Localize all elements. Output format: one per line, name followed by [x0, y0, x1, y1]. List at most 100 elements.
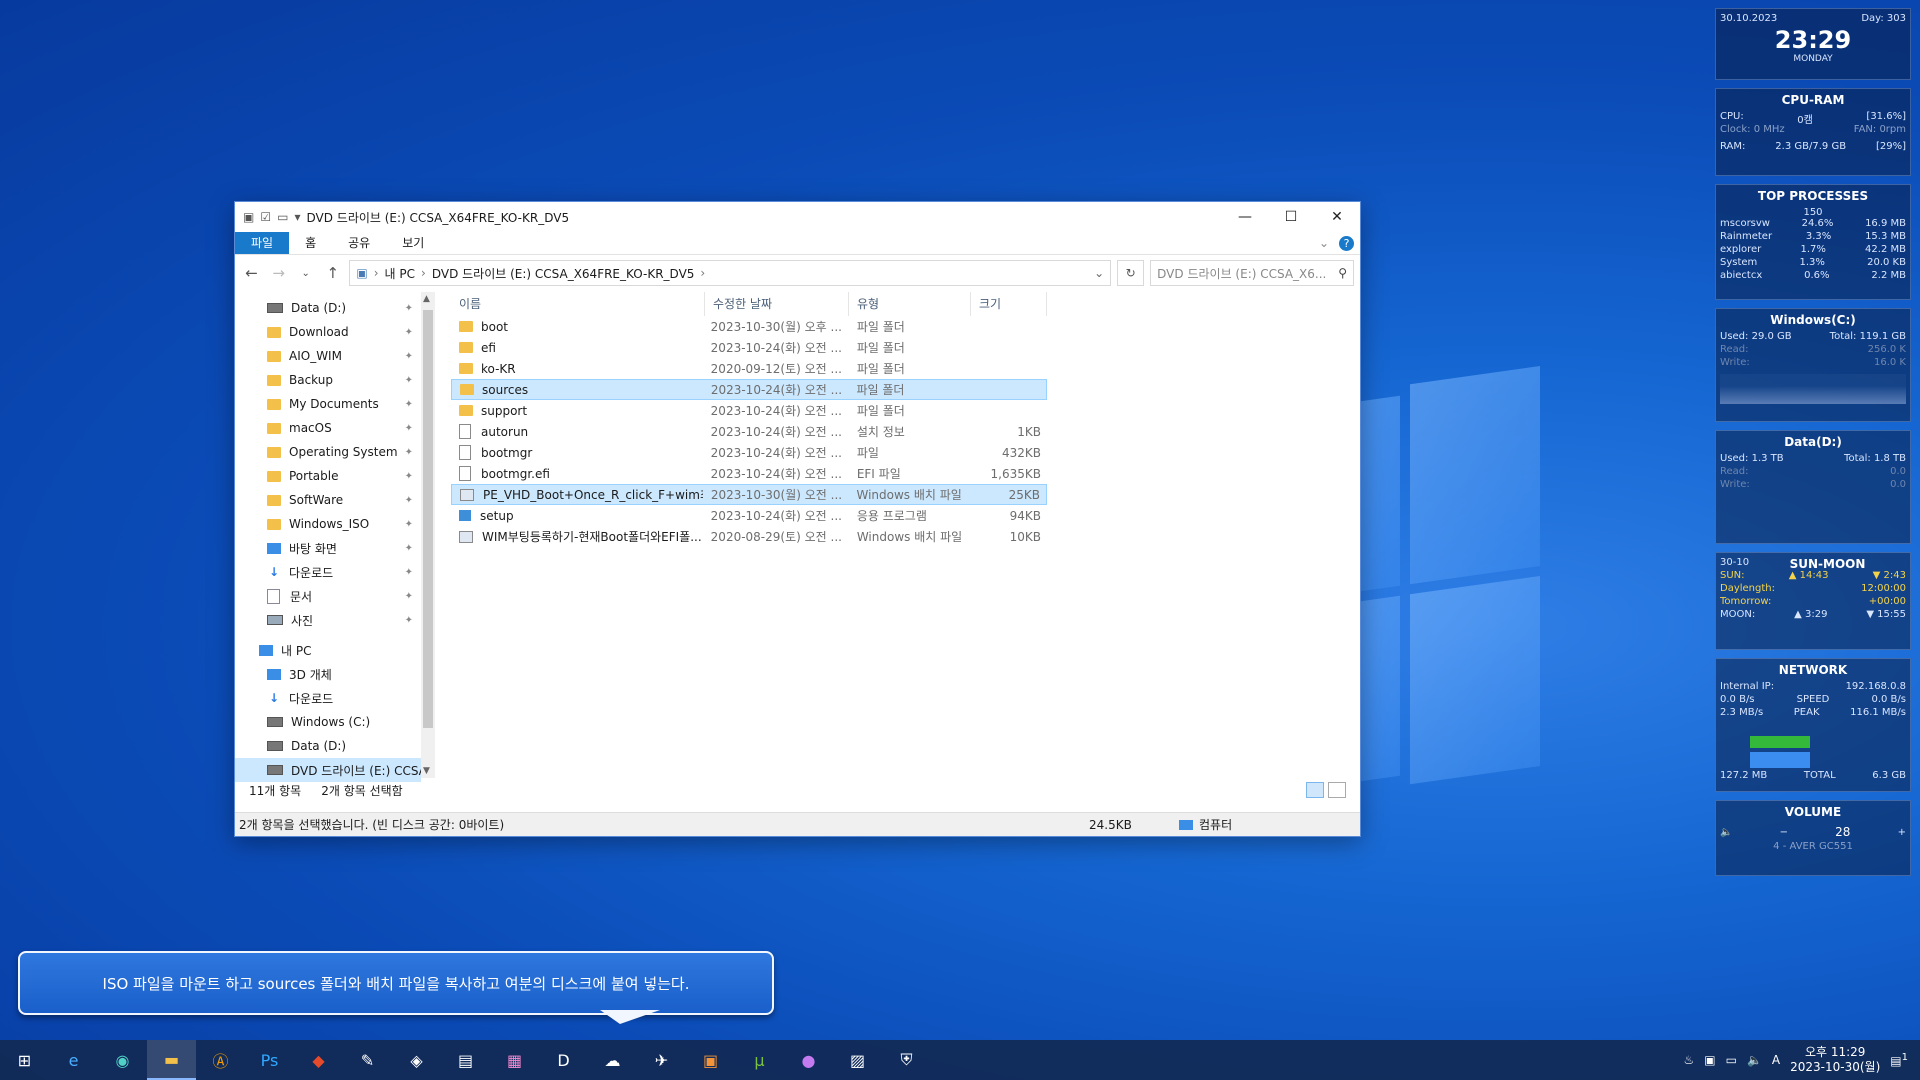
quick-access-item[interactable]: SoftWare ✦ — [235, 488, 421, 512]
details-view-icon[interactable] — [1306, 782, 1324, 798]
app-icon[interactable]: ● — [784, 1040, 833, 1080]
address-bar[interactable]: ▣ › 내 PC › DVD 드라이브 (E:) CCSA_X64FRE_KO-… — [349, 260, 1112, 286]
quick-access-item[interactable]: 바탕 화면 ✦ — [235, 536, 421, 560]
app-icon[interactable]: ▨ — [833, 1040, 882, 1080]
quick-access-item[interactable]: Download ✦ — [235, 320, 421, 344]
nav-pc-item[interactable]: 3D 개체 — [235, 662, 421, 686]
app-icon[interactable]: ✈ — [637, 1040, 686, 1080]
navigation-scrollbar[interactable]: ▲ ▼ — [421, 292, 435, 778]
file-row[interactable]: boot 2023-10-30(월) 오후 ... 파일 폴더 — [451, 316, 1047, 337]
file-name: PE_VHD_Boot+Once_R_click_F+wim최적... — [483, 488, 703, 502]
quick-access-label: Backup — [289, 373, 333, 387]
nav-this-pc[interactable]: 내 PC — [235, 638, 421, 662]
quick-access-item[interactable]: Data (D:) ✦ — [235, 296, 421, 320]
file-row[interactable]: ko-KR 2020-09-12(토) 오전 ... 파일 폴더 — [451, 358, 1047, 379]
scroll-down-icon[interactable]: ▼ — [423, 766, 430, 776]
scroll-up-icon[interactable]: ▲ — [423, 294, 430, 304]
recent-locations-icon[interactable]: ⌄ — [295, 268, 316, 279]
nav-pc-item[interactable]: ↓ 다운로드 — [235, 686, 421, 710]
avast-icon[interactable]: Ⓐ — [196, 1040, 245, 1080]
file-row[interactable]: efi 2023-10-24(화) 오전 ... 파일 폴더 — [451, 337, 1047, 358]
maximize-button[interactable]: ☐ — [1268, 202, 1314, 232]
file-row[interactable]: setup 2023-10-24(화) 오전 ... 응용 프로그램 94KB — [451, 505, 1047, 526]
volume-icon[interactable]: 🔈 — [1747, 1053, 1762, 1067]
quick-access-item[interactable]: ↓ 다운로드 ✦ — [235, 560, 421, 584]
new-folder-icon[interactable]: ▭ — [277, 210, 288, 224]
status-bar: 2개 항목을 선택했습니다. (빈 디스크 공간: 0바이트) 24.5KB 컴… — [235, 812, 1360, 836]
app-icon[interactable]: ▦ — [490, 1040, 539, 1080]
network-icon[interactable]: ▭ — [1726, 1053, 1737, 1067]
start-button[interactable]: ⊞ — [0, 1040, 49, 1080]
breadcrumb-dvd-drive[interactable]: DVD 드라이브 (E:) CCSA_X64FRE_KO-KR_DV5 — [432, 265, 695, 282]
quick-access-item[interactable]: Backup ✦ — [235, 368, 421, 392]
file-row[interactable]: sources 2023-10-24(화) 오전 ... 파일 폴더 — [451, 379, 1047, 400]
scrollbar-thumb[interactable] — [423, 310, 433, 728]
taskbar-clock[interactable]: 오후 11:29 2023-10-30(월) — [1790, 1045, 1880, 1075]
file-explorer-icon[interactable]: ▬ — [147, 1040, 196, 1080]
utorrent-icon[interactable]: µ — [735, 1040, 784, 1080]
help-icon[interactable]: ? — [1339, 235, 1354, 251]
app-icon[interactable]: ◈ — [392, 1040, 441, 1080]
tab-share[interactable]: 공유 — [332, 232, 386, 254]
expand-ribbon-icon[interactable]: ⌄ — [1319, 236, 1329, 250]
quick-access-item[interactable]: 사진 ✦ — [235, 608, 421, 632]
forward-button[interactable]: → — [268, 264, 289, 282]
quick-access-item[interactable]: Operating System ✦ — [235, 440, 421, 464]
app-icon[interactable]: ▤ — [441, 1040, 490, 1080]
quick-access-item[interactable]: macOS ✦ — [235, 416, 421, 440]
column-type[interactable]: 유형 — [849, 292, 971, 316]
folder-icon — [267, 518, 281, 530]
tray-app-icon[interactable]: ▣ — [1704, 1053, 1715, 1067]
breadcrumb-this-pc[interactable]: 내 PC — [385, 265, 415, 282]
app-icon[interactable]: ☁ — [588, 1040, 637, 1080]
file-row[interactable]: autorun 2023-10-24(화) 오전 ... 설치 정보 1KB — [451, 421, 1047, 442]
tray-flame-icon[interactable]: ♨ — [1684, 1053, 1695, 1067]
app-icon[interactable]: ▣ — [686, 1040, 735, 1080]
large-icons-view-icon[interactable] — [1328, 782, 1346, 798]
volume-down-button[interactable]: − — [1780, 827, 1788, 838]
speaker-icon[interactable]: 🔈 — [1720, 827, 1732, 838]
column-name[interactable]: 이름 — [451, 292, 705, 316]
file-row[interactable]: PE_VHD_Boot+Once_R_click_F+wim최적... 2023-… — [451, 484, 1047, 505]
app-icon[interactable]: ✎ — [343, 1040, 392, 1080]
tab-file[interactable]: 파일 — [235, 232, 290, 254]
photoshop-icon[interactable]: Ps — [245, 1040, 294, 1080]
close-button[interactable]: ✕ — [1314, 202, 1360, 232]
nav-pc-item[interactable]: Windows (C:) — [235, 710, 421, 734]
file-modified: 2023-10-24(화) 오전 ... — [710, 509, 842, 523]
quick-access-item[interactable]: My Documents ✦ — [235, 392, 421, 416]
properties-icon[interactable]: ☑ — [260, 210, 271, 224]
address-dropdown-icon[interactable]: ⌄ — [1094, 266, 1104, 280]
file-row[interactable]: bootmgr 2023-10-24(화) 오전 ... 파일 432KB — [451, 442, 1047, 463]
search-input[interactable]: DVD 드라이브 (E:) CCSA_X6... ⚲ — [1150, 260, 1354, 286]
quick-access-item[interactable]: AIO_WIM ✦ — [235, 344, 421, 368]
edge-icon[interactable]: ◉ — [98, 1040, 147, 1080]
quick-access-item[interactable]: Portable ✦ — [235, 464, 421, 488]
customize-toolbar-icon[interactable]: ▾ — [294, 210, 300, 224]
tab-view[interactable]: 보기 — [386, 232, 440, 254]
up-button[interactable]: ↑ — [322, 264, 343, 282]
volume-up-button[interactable]: + — [1898, 827, 1906, 838]
tab-home[interactable]: 홈 — [289, 232, 332, 254]
search-icon[interactable]: ⚲ — [1338, 266, 1347, 280]
quick-access-item[interactable]: 문서 ✦ — [235, 584, 421, 608]
quick-access-item[interactable]: Windows_ISO ✦ — [235, 512, 421, 536]
notification-center-icon[interactable]: ▤1 — [1890, 1052, 1908, 1068]
ime-indicator[interactable]: A — [1772, 1053, 1780, 1067]
file-row[interactable]: bootmgr.efi 2023-10-24(화) 오전 ... EFI 파일 1,6… — [451, 463, 1047, 484]
daemon-tools-icon[interactable]: D — [539, 1040, 588, 1080]
column-size[interactable]: 크기 — [971, 292, 1047, 316]
back-button[interactable]: ← — [241, 264, 262, 282]
file-row[interactable]: WIM부팅등록하기-현재Boot폴더와EFI폴... 2020-08-29(토) … — [451, 526, 1047, 547]
file-row[interactable]: support 2023-10-24(화) 오전 ... 파일 폴더 — [451, 400, 1047, 421]
column-modified[interactable]: 수정한 날짜 — [705, 292, 849, 316]
shield-icon[interactable]: ⛨ — [882, 1040, 931, 1080]
refresh-button[interactable]: ↻ — [1117, 260, 1145, 286]
sun-moon-title: SUN-MOON — [1789, 557, 1866, 571]
audio-device[interactable]: 4 - AVER GC551 — [1720, 841, 1906, 852]
disk-d-title: Data(D:) — [1784, 435, 1842, 449]
nav-pc-item[interactable]: Data (D:) — [235, 734, 421, 758]
office-icon[interactable]: ◆ — [294, 1040, 343, 1080]
internet-explorer-icon[interactable]: e — [49, 1040, 98, 1080]
minimize-button[interactable]: — — [1222, 202, 1268, 232]
